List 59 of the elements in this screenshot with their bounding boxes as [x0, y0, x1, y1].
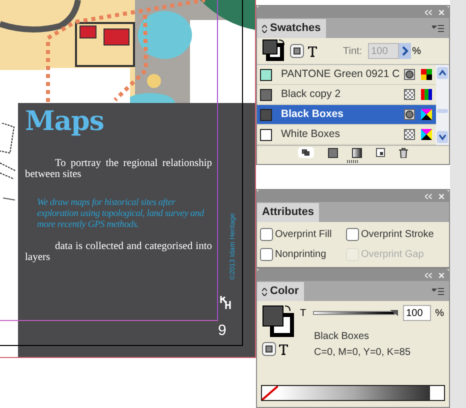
logo-icon: [220, 295, 232, 310]
resize-grip-icon[interactable]: [347, 160, 359, 163]
swatch-row[interactable]: Black Boxes: [257, 105, 436, 125]
text-icon[interactable]: [308, 46, 317, 56]
tint-label: Tint:: [343, 44, 362, 58]
paper-swatch[interactable]: [430, 386, 444, 400]
close-icon[interactable]: [439, 272, 444, 278]
swatch-name: Black Boxes: [281, 106, 344, 122]
color-ramp[interactable]: [278, 386, 430, 400]
fill-stroke-icon[interactable]: [262, 305, 296, 339]
none-swatch-icon[interactable]: [262, 386, 278, 400]
swatch-view-icon[interactable]: [298, 147, 314, 158]
swatch-row[interactable]: PANTONE Green 0921 C: [257, 65, 436, 85]
percent-label: %: [435, 306, 444, 320]
percent-label: %: [412, 44, 421, 58]
collapse-icon[interactable]: [425, 10, 432, 14]
swatch-name: Black copy 2: [281, 86, 342, 102]
text-icon[interactable]: [279, 344, 288, 354]
gradient-icon[interactable]: [352, 148, 362, 158]
panel-tab[interactable]: Swatches: [257, 19, 326, 38]
panel-tab[interactable]: Attributes: [257, 203, 319, 222]
slider-label: T: [300, 306, 308, 320]
panel-tab[interactable]: Color: [257, 282, 304, 301]
checkbox[interactable]: [260, 248, 273, 261]
container-icon[interactable]: [290, 44, 304, 58]
trash-icon[interactable]: [399, 148, 408, 158]
checkbox-label: Overprint Fill: [275, 228, 332, 242]
swatch-name: White Boxes: [281, 126, 341, 142]
tint-slider[interactable]: [313, 311, 396, 315]
swatch-name: Black Boxes: [314, 330, 370, 344]
collapse-icon[interactable]: [425, 272, 432, 278]
collapse-icon[interactable]: [425, 194, 432, 198]
swatch-name: PANTONE Green 0921 C: [281, 66, 401, 82]
color-values: C=0, M=0, Y=0, K=85: [314, 346, 412, 360]
page-number: 9: [218, 322, 226, 340]
sort-arrows-icon: [262, 24, 267, 32]
swatch-row[interactable]: White Boxes: [257, 125, 436, 145]
body-text: To portray the regional relationship between sites: [25, 158, 212, 180]
slider-thumb[interactable]: [390, 310, 398, 316]
fill-square-icon[interactable]: [328, 148, 338, 158]
tint-field[interactable]: 100: [403, 305, 432, 321]
heading: Maps: [25, 106, 105, 138]
checkbox-label: Overprint Stroke: [361, 228, 434, 242]
new-swatch-icon[interactable]: [376, 148, 385, 157]
fill-stroke-icon[interactable]: [262, 39, 286, 63]
checkbox-label: Overprint Gap: [361, 248, 424, 262]
quote-text: We draw maps for historical sites after exploration using topological, land survey and more recently GPS methods.: [36, 198, 206, 231]
checkbox[interactable]: [260, 228, 273, 241]
checkbox[interactable]: [346, 228, 359, 241]
arrow-icon[interactable]: [399, 43, 412, 59]
menu-icon[interactable]: [432, 25, 444, 33]
sort-arrows-icon: [262, 288, 267, 296]
container-icon[interactable]: [262, 342, 276, 356]
scrollbar-icon[interactable]: [436, 65, 449, 145]
close-icon[interactable]: [439, 10, 444, 14]
checkbox-label: Nonprinting: [275, 248, 326, 262]
body-text: data is collected and categorised into layers: [25, 241, 212, 263]
menu-icon[interactable]: [432, 288, 444, 296]
close-icon[interactable]: [439, 194, 444, 198]
